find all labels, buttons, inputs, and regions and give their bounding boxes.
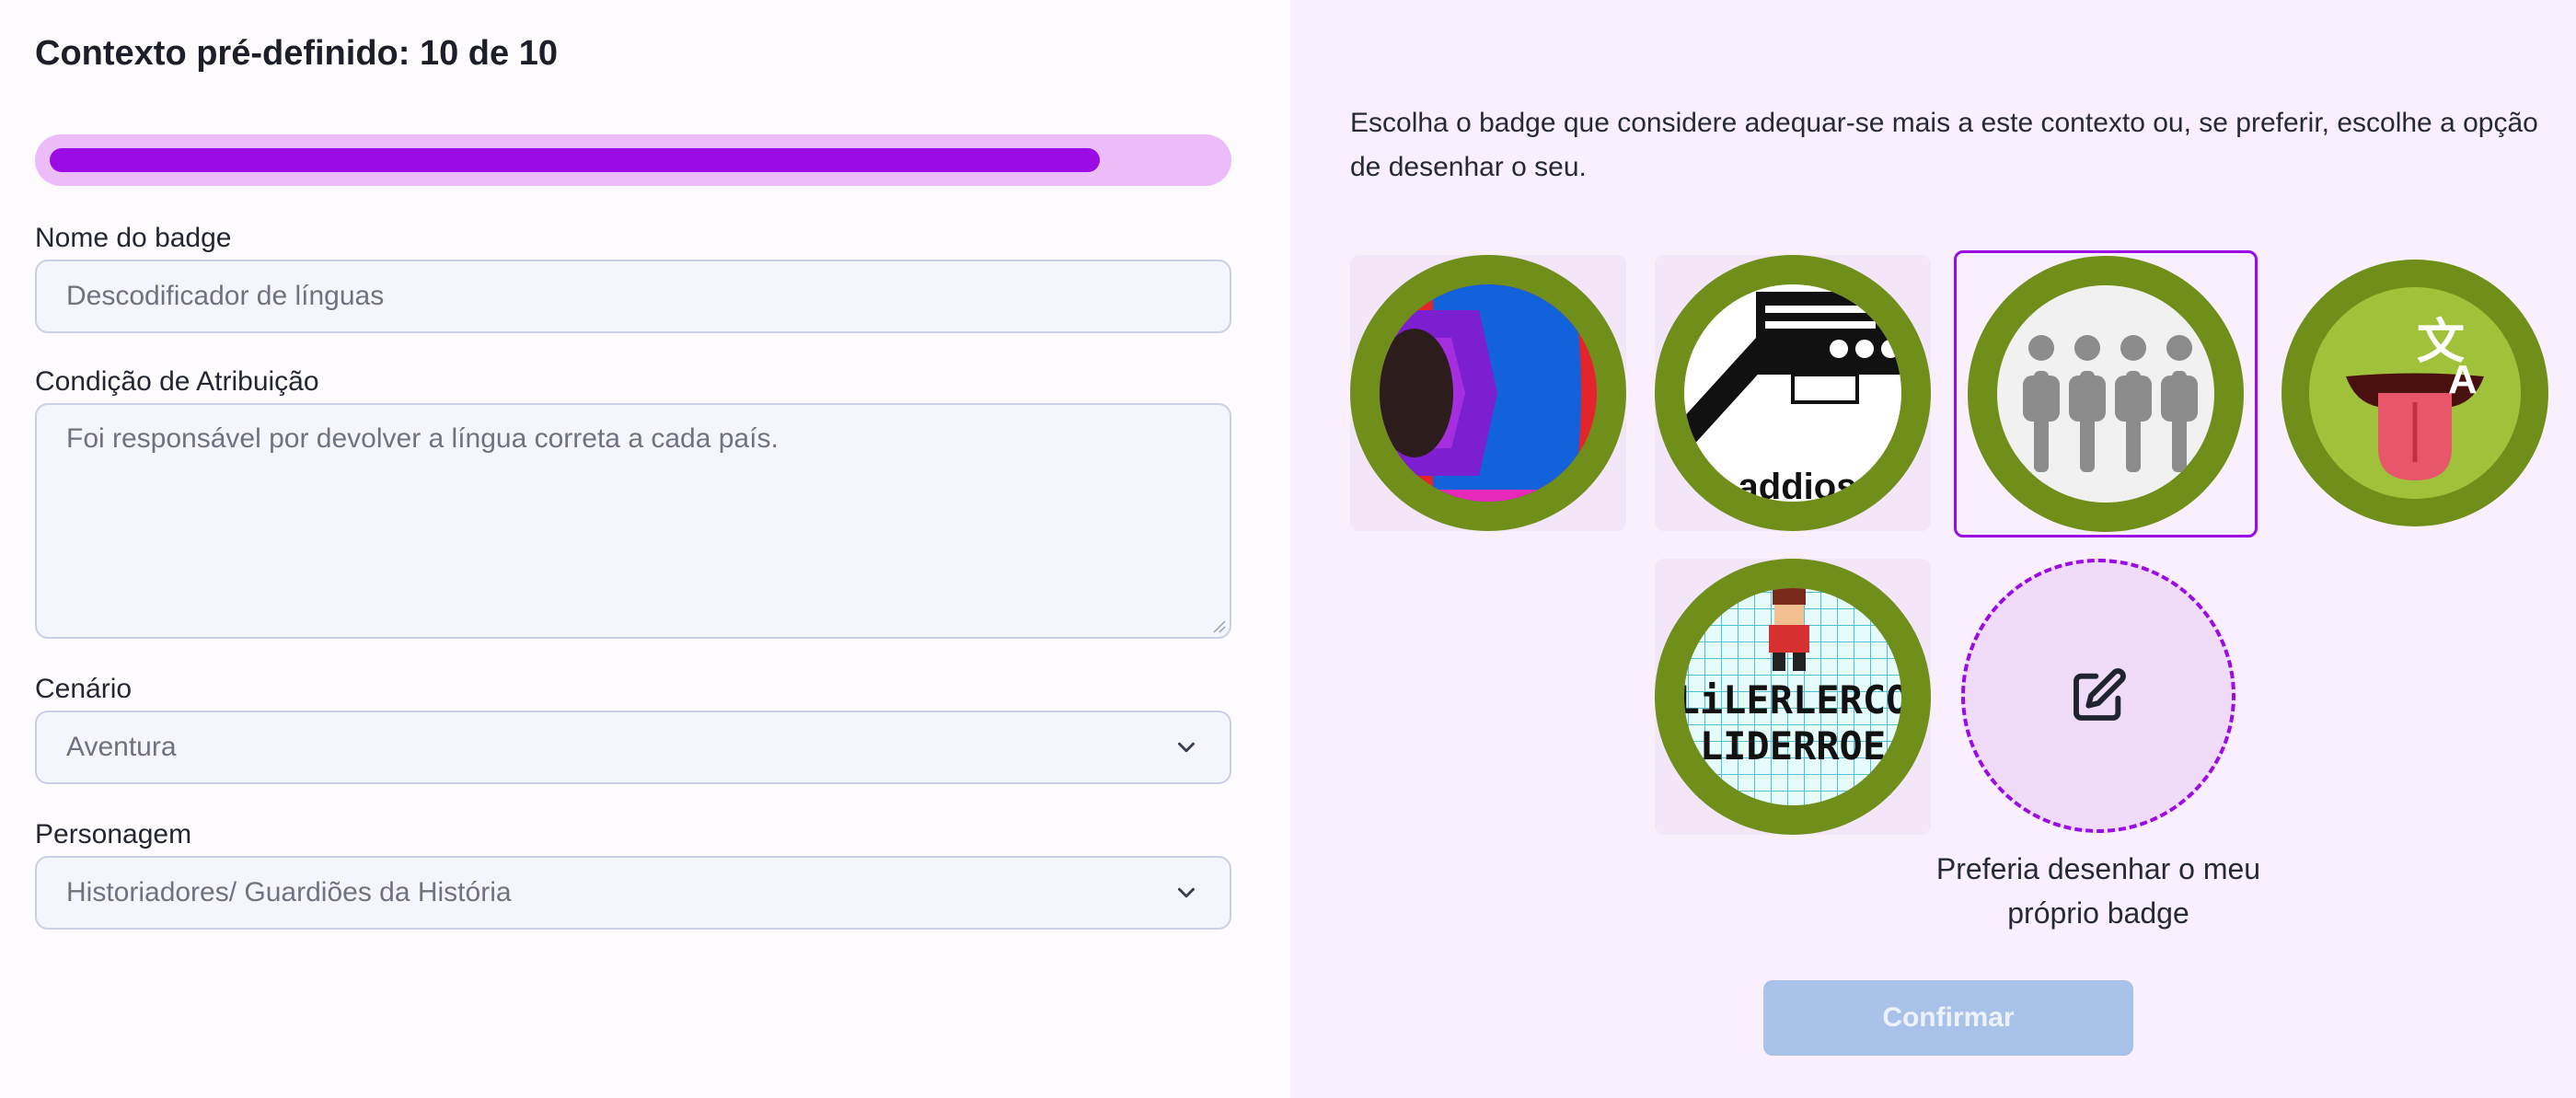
condition-placeholder: Foi responsável por devolver a língua co… <box>66 423 779 454</box>
character-select[interactable]: Historiadores/ Guardiões da História <box>35 856 1231 930</box>
draw-own-badge-button[interactable] <box>1961 559 2235 833</box>
chevron-down-icon <box>1178 887 1195 898</box>
confirm-button[interactable]: Confirmar <box>1763 980 2133 1056</box>
condition-label: Condição de Atribuição <box>35 366 319 397</box>
progress-bar <box>35 134 1231 186</box>
badge-option-machine[interactable]: addios <box>1655 255 1931 531</box>
pixel-badge-text-line1: LiLERLERCO <box>1677 677 1910 722</box>
scenario-select[interactable]: Aventura <box>35 711 1231 784</box>
statues-badge-image <box>1968 256 2244 532</box>
badge-form-panel: Contexto pré-definido: 10 de 10 Nome do … <box>0 0 1290 1098</box>
condition-textarea[interactable]: Foi responsável por devolver a língua co… <box>35 403 1231 639</box>
svg-text:A: A <box>2448 357 2478 402</box>
edit-icon <box>2074 668 2126 721</box>
pixel-art-badge-image: LiLERLERCO LIDERROE <box>1655 559 1931 835</box>
badge-name-placeholder: Descodificador de línguas <box>66 281 385 311</box>
progress-bar-fill <box>50 148 1100 172</box>
translate-tongue-badge-image: 文 A <box>2281 260 2548 526</box>
chevron-down-icon <box>1178 742 1195 753</box>
eye-badge-image <box>1350 255 1626 531</box>
badge-instructions: Escolha o badge que considere adequar-se… <box>1350 108 2538 182</box>
badge-option-statues[interactable] <box>1954 250 2258 537</box>
badge-option-eye[interactable] <box>1350 255 1626 531</box>
badge-name-input[interactable]: Descodificador de línguas <box>35 260 1231 333</box>
badge-picker-panel: Escolha o badge que considere adequar-se… <box>1290 0 2576 1098</box>
resize-grip-icon[interactable] <box>1211 618 1226 633</box>
draw-own-badge-label: Preferia desenhar o meu próprio badge <box>1935 852 2261 930</box>
character-value: Historiadores/ Guardiões da História <box>66 877 512 907</box>
pixel-badge-text-line2: LIDERROE <box>1700 723 1886 769</box>
page-title: Contexto pré-definido: 10 de 10 <box>35 34 558 73</box>
scenario-label: Cenário <box>35 674 133 704</box>
scenario-value: Aventura <box>66 732 177 762</box>
character-label: Personagem <box>35 819 192 850</box>
badge-option-translate[interactable]: 文 A <box>2277 255 2553 531</box>
badge-name-label: Nome do badge <box>35 223 232 253</box>
badge-option-pixel-art[interactable]: LiLERLERCO LIDERROE <box>1655 559 1931 835</box>
machine-badge-image: addios <box>1655 255 1931 531</box>
